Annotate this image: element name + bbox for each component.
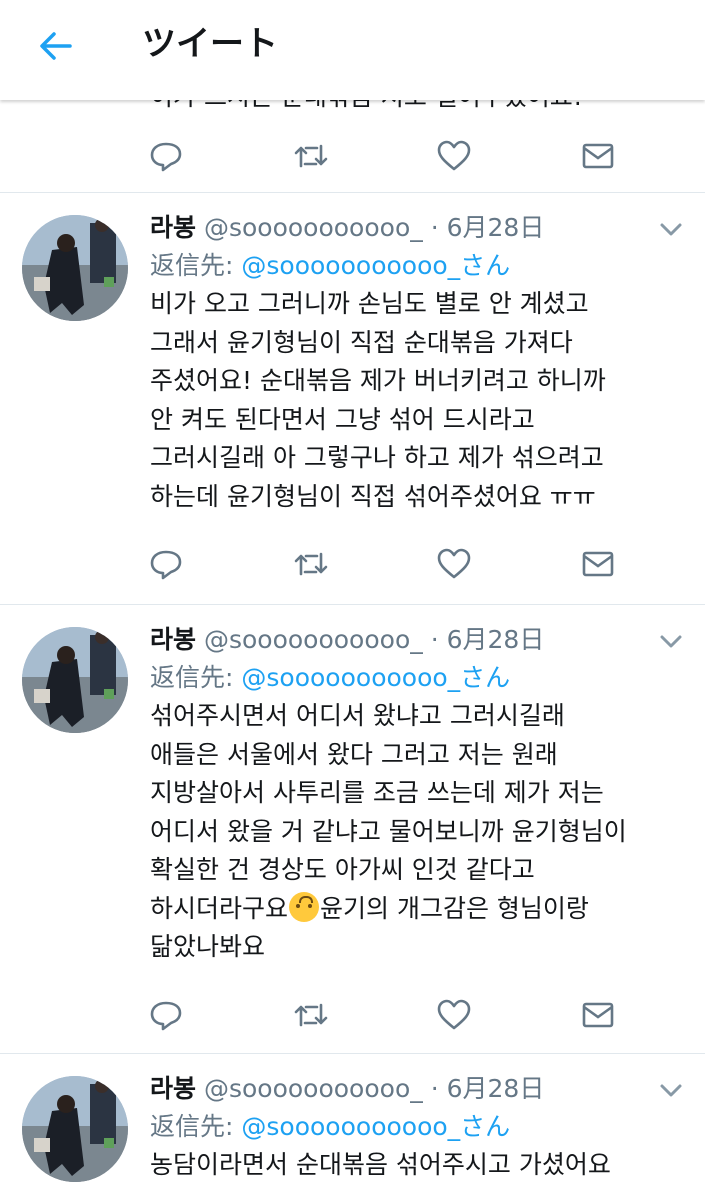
reply-icon (150, 142, 182, 172)
tweet-text-line-with-emoji: 하시더라구요 윤기의 개그감은 형님이랑 (150, 890, 695, 929)
tweet-date[interactable]: 6月28日 (447, 213, 545, 242)
tweet-text-line: 애들은 서울에서 왔다 그러고 저는 원래 (150, 739, 558, 769)
tweet-date[interactable]: 6月28日 (447, 1074, 545, 1103)
tweet[interactable]: 라봉 @sooooooooooo_ · 6月28日 返信先: @sooooooo… (0, 1054, 705, 1200)
tweet-text-line: 닮았나봐요 (150, 932, 266, 961)
retweet-icon (294, 144, 328, 168)
reply-context: 返信先: @sooooooooooo_さん (150, 249, 510, 283)
heart-icon (437, 140, 471, 171)
reply-label: 返信先: (150, 251, 234, 280)
tweet-text: 비가 오고 그러니까 손님도 별로 안 계셨고 그래서 윤기형님이 직접 순대볶… (150, 285, 695, 516)
tweet-text-line: 안 켜도 된다면서 그냥 섞어 드시라고 (150, 404, 535, 434)
display-name[interactable]: 라봉 (150, 625, 196, 654)
text-before-emoji: 하시더라구요 (150, 893, 289, 923)
heart-icon (437, 999, 471, 1030)
tweet-actions (0, 544, 705, 584)
envelope-icon (582, 551, 614, 577)
reply-handle-link[interactable]: @sooooooooooo_さん (241, 663, 510, 692)
retweet-icon (294, 552, 328, 576)
tweet-text-line: 지방살아서 사투리를 조금 쓰는데 제가 저는 (150, 778, 604, 807)
tweet[interactable]: 라봉 @sooooooooooo_ · 6月28日 返信先: @sooooooo… (0, 193, 705, 605)
avatar[interactable] (22, 215, 128, 321)
chevron-down-icon (660, 635, 682, 648)
reply-button[interactable] (146, 995, 186, 1035)
chevron-down-icon (660, 1084, 682, 1097)
retweet-button[interactable] (291, 544, 331, 584)
tweet-text-line: 비가 오고 그러니까 손님도 별로 안 계셨고 (150, 289, 589, 318)
reply-handle-link[interactable]: @sooooooooooo_さん (241, 1112, 510, 1141)
tweet-menu-button[interactable] (658, 631, 684, 651)
avatar[interactable] (22, 627, 128, 733)
tweet-text: 섞어주시면서 어디서 왔냐고 그러시길래 애들은 서울에서 왔다 그러고 저는 … (150, 697, 695, 967)
tweet-text-line: 농담이라면서 순대볶음 섞어주시고 가셨어요 (150, 1150, 611, 1179)
avatar-photo (22, 627, 128, 733)
retweet-button[interactable] (291, 136, 331, 176)
tweet-actions (0, 995, 705, 1035)
separator-dot: · (430, 1074, 439, 1103)
tweet-text-line: 주셨어요! 순대볶음 제가 버너키려고 하니까 (150, 366, 606, 395)
dm-button[interactable] (578, 544, 618, 584)
tweet-menu-button[interactable] (658, 219, 684, 239)
display-name[interactable]: 라봉 (150, 1074, 196, 1103)
tweet-text-line: 하는데 윤기형님이 직접 섞어주셨어요 ㅠㅠ (150, 481, 596, 511)
retweet-button[interactable] (291, 995, 331, 1035)
envelope-icon (582, 1002, 614, 1028)
tweet-text-line: 어디서 왔을 거 같냐고 물어보니까 윤기형님이 (150, 816, 627, 846)
reply-label: 返信先: (150, 663, 234, 692)
tweet[interactable]: 라봉 @sooooooooooo_ · 6月28日 返信先: @sooooooo… (0, 605, 705, 1054)
user-handle[interactable]: @sooooooooooo_ (204, 625, 423, 654)
top-bar: ツイート (0, 0, 705, 100)
previous-tweet[interactable]: 이가 드시는 순대볶음 저도 덜어주셨어요! (0, 100, 705, 193)
arrow-left-icon (40, 32, 72, 60)
tweet-text: 농담이라면서 순대볶음 섞어주시고 가셨어요 (150, 1146, 695, 1185)
tweet-date[interactable]: 6月28日 (447, 625, 545, 654)
like-button[interactable] (434, 544, 474, 584)
reply-label: 返信先: (150, 1112, 234, 1141)
dm-button[interactable] (578, 995, 618, 1035)
page-title: ツイート (142, 24, 278, 64)
like-button[interactable] (434, 995, 474, 1035)
avatar-photo (22, 215, 128, 321)
tweet-text-line: 섞어주시면서 어디서 왔냐고 그러시길래 (150, 701, 565, 730)
avatar-photo (22, 1076, 128, 1182)
tweet-text-line: 그러시길래 아 그렇구나 하고 제가 섞으려고 (150, 443, 604, 472)
separator-dot: · (430, 625, 439, 654)
avatar[interactable] (22, 1076, 128, 1182)
reply-button[interactable] (146, 136, 186, 176)
back-button[interactable] (36, 28, 76, 64)
tweet-menu-button[interactable] (658, 1080, 684, 1100)
tweet-text-line: 그래서 윤기형님이 직접 순대볶음 가져다 (150, 327, 573, 357)
user-handle[interactable]: @sooooooooooo_ (204, 213, 423, 242)
reply-button[interactable] (146, 544, 186, 584)
reply-context: 返信先: @sooooooooooo_さん (150, 1110, 510, 1144)
reply-handle-link[interactable]: @sooooooooooo_さん (241, 251, 510, 280)
tweet-text-line: 확실한 건 경상도 아가씨 인것 같다고 (150, 855, 535, 884)
reply-context: 返信先: @sooooooooooo_さん (150, 661, 510, 695)
tweet-header: 라봉 @sooooooooooo_ · 6月28日 (150, 623, 544, 657)
text-after-emoji: 윤기의 개그감은 형님이랑 (320, 893, 589, 923)
previous-tweet-text: 이가 드시는 순대볶음 저도 덜어주셨어요! (150, 100, 583, 114)
retweet-icon (294, 1003, 328, 1027)
reply-icon (150, 550, 182, 580)
chevron-down-icon (660, 223, 682, 236)
reply-icon (150, 1001, 182, 1031)
upside-down-face-emoji-icon (289, 891, 320, 922)
previous-tweet-actions (0, 136, 705, 176)
envelope-icon (582, 143, 614, 169)
heart-icon (437, 548, 471, 579)
dm-button[interactable] (578, 136, 618, 176)
tweet-header: 라봉 @sooooooooooo_ · 6月28日 (150, 211, 544, 245)
user-handle[interactable]: @sooooooooooo_ (204, 1074, 423, 1103)
tweet-header: 라봉 @sooooooooooo_ · 6月28日 (150, 1072, 544, 1106)
like-button[interactable] (434, 136, 474, 176)
separator-dot: · (430, 213, 439, 242)
display-name[interactable]: 라봉 (150, 213, 196, 242)
